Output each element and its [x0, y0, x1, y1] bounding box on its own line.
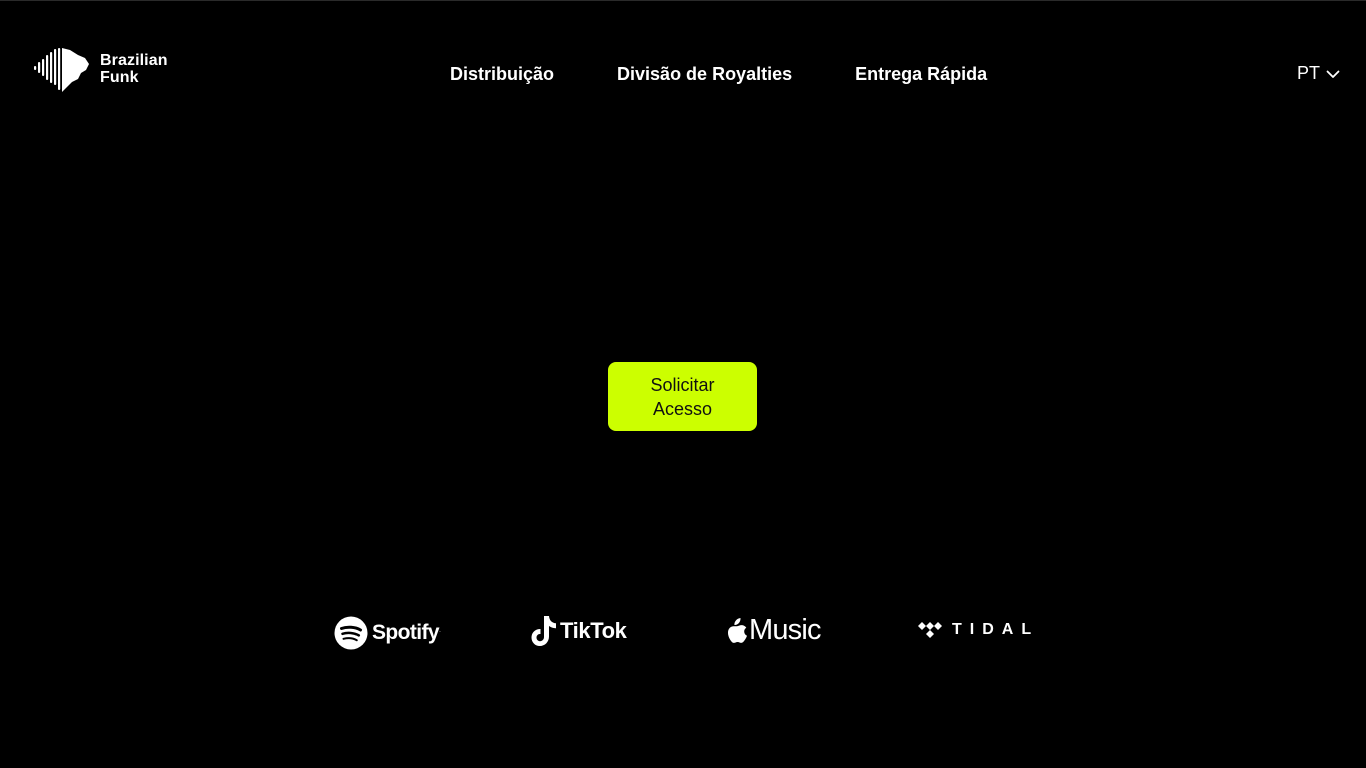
- tiktok-icon: [531, 616, 556, 646]
- partner-tiktok: TikTok: [531, 615, 627, 647]
- tiktok-wordmark: TikTok: [560, 618, 627, 643]
- spotify-wordmark: Spotify: [372, 621, 440, 644]
- apple-icon: [727, 618, 747, 643]
- nav-item-entrega-rapida[interactable]: Entrega Rápida: [855, 61, 987, 87]
- language-selected: PT: [1297, 63, 1321, 83]
- brazil-soundwave-icon: [34, 48, 89, 92]
- partner-spotify: Spotify ·: [334, 616, 441, 650]
- spotify-icon: [334, 616, 368, 650]
- partner-apple-music: Music: [726, 614, 822, 646]
- chevron-down-icon: [1326, 70, 1340, 78]
- spotify-trademark: ·: [438, 629, 441, 635]
- page: Brazilian Funk Distribuição Divisão de R…: [0, 0, 1366, 768]
- tidal-icon: [918, 622, 942, 638]
- brand-name-line1: Brazilian: [100, 52, 168, 69]
- nav-item-divisao-royalties[interactable]: Divisão de Royalties: [617, 61, 792, 87]
- main-nav: Distribuição Divisão de Royalties Entreg…: [450, 61, 987, 87]
- request-access-button[interactable]: Solicitar Acesso: [608, 362, 757, 431]
- apple-music-wordmark: Music: [749, 614, 822, 646]
- partner-tidal: TIDAL: [918, 621, 1039, 639]
- request-access-line2: Acesso: [652, 398, 713, 419]
- language-selector[interactable]: PT: [1297, 63, 1340, 84]
- nav-item-distribuicao[interactable]: Distribuição: [450, 61, 554, 87]
- brand-name-line2: Funk: [100, 69, 139, 86]
- brand-logo[interactable]: Brazilian Funk: [34, 46, 168, 92]
- tidal-wordmark: TIDAL: [952, 621, 1040, 638]
- request-access-line1: Solicitar: [650, 374, 715, 395]
- brand-name: Brazilian Funk: [100, 52, 168, 86]
